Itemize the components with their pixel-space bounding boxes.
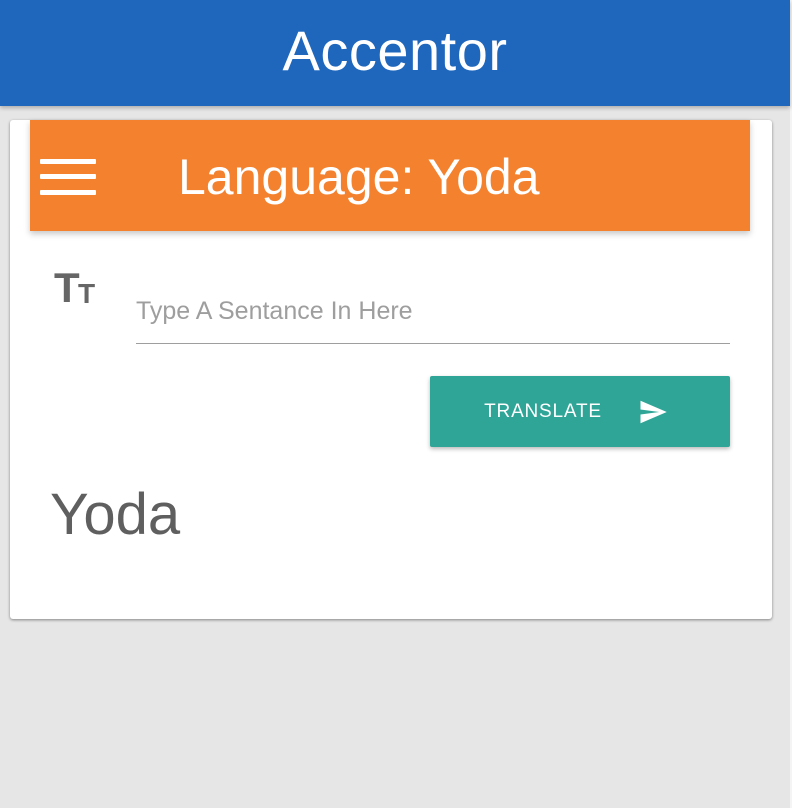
translate-button-label: TRANSLATE [484, 400, 602, 422]
language-title: Language: Yoda [178, 149, 540, 205]
translator-card: Language: Yoda TT TRANSLATE Yoda [10, 120, 772, 619]
app-bar: Accentor [0, 0, 790, 106]
send-icon [640, 400, 667, 423]
language-header: Language: Yoda [30, 120, 750, 231]
text-size-icon: TT [54, 264, 96, 311]
translate-button[interactable]: TRANSLATE [430, 376, 730, 447]
app-title: Accentor [282, 18, 508, 82]
sentence-input[interactable] [136, 280, 730, 344]
translation-result: Yoda [50, 482, 181, 547]
hamburger-menu-icon[interactable] [40, 159, 96, 195]
